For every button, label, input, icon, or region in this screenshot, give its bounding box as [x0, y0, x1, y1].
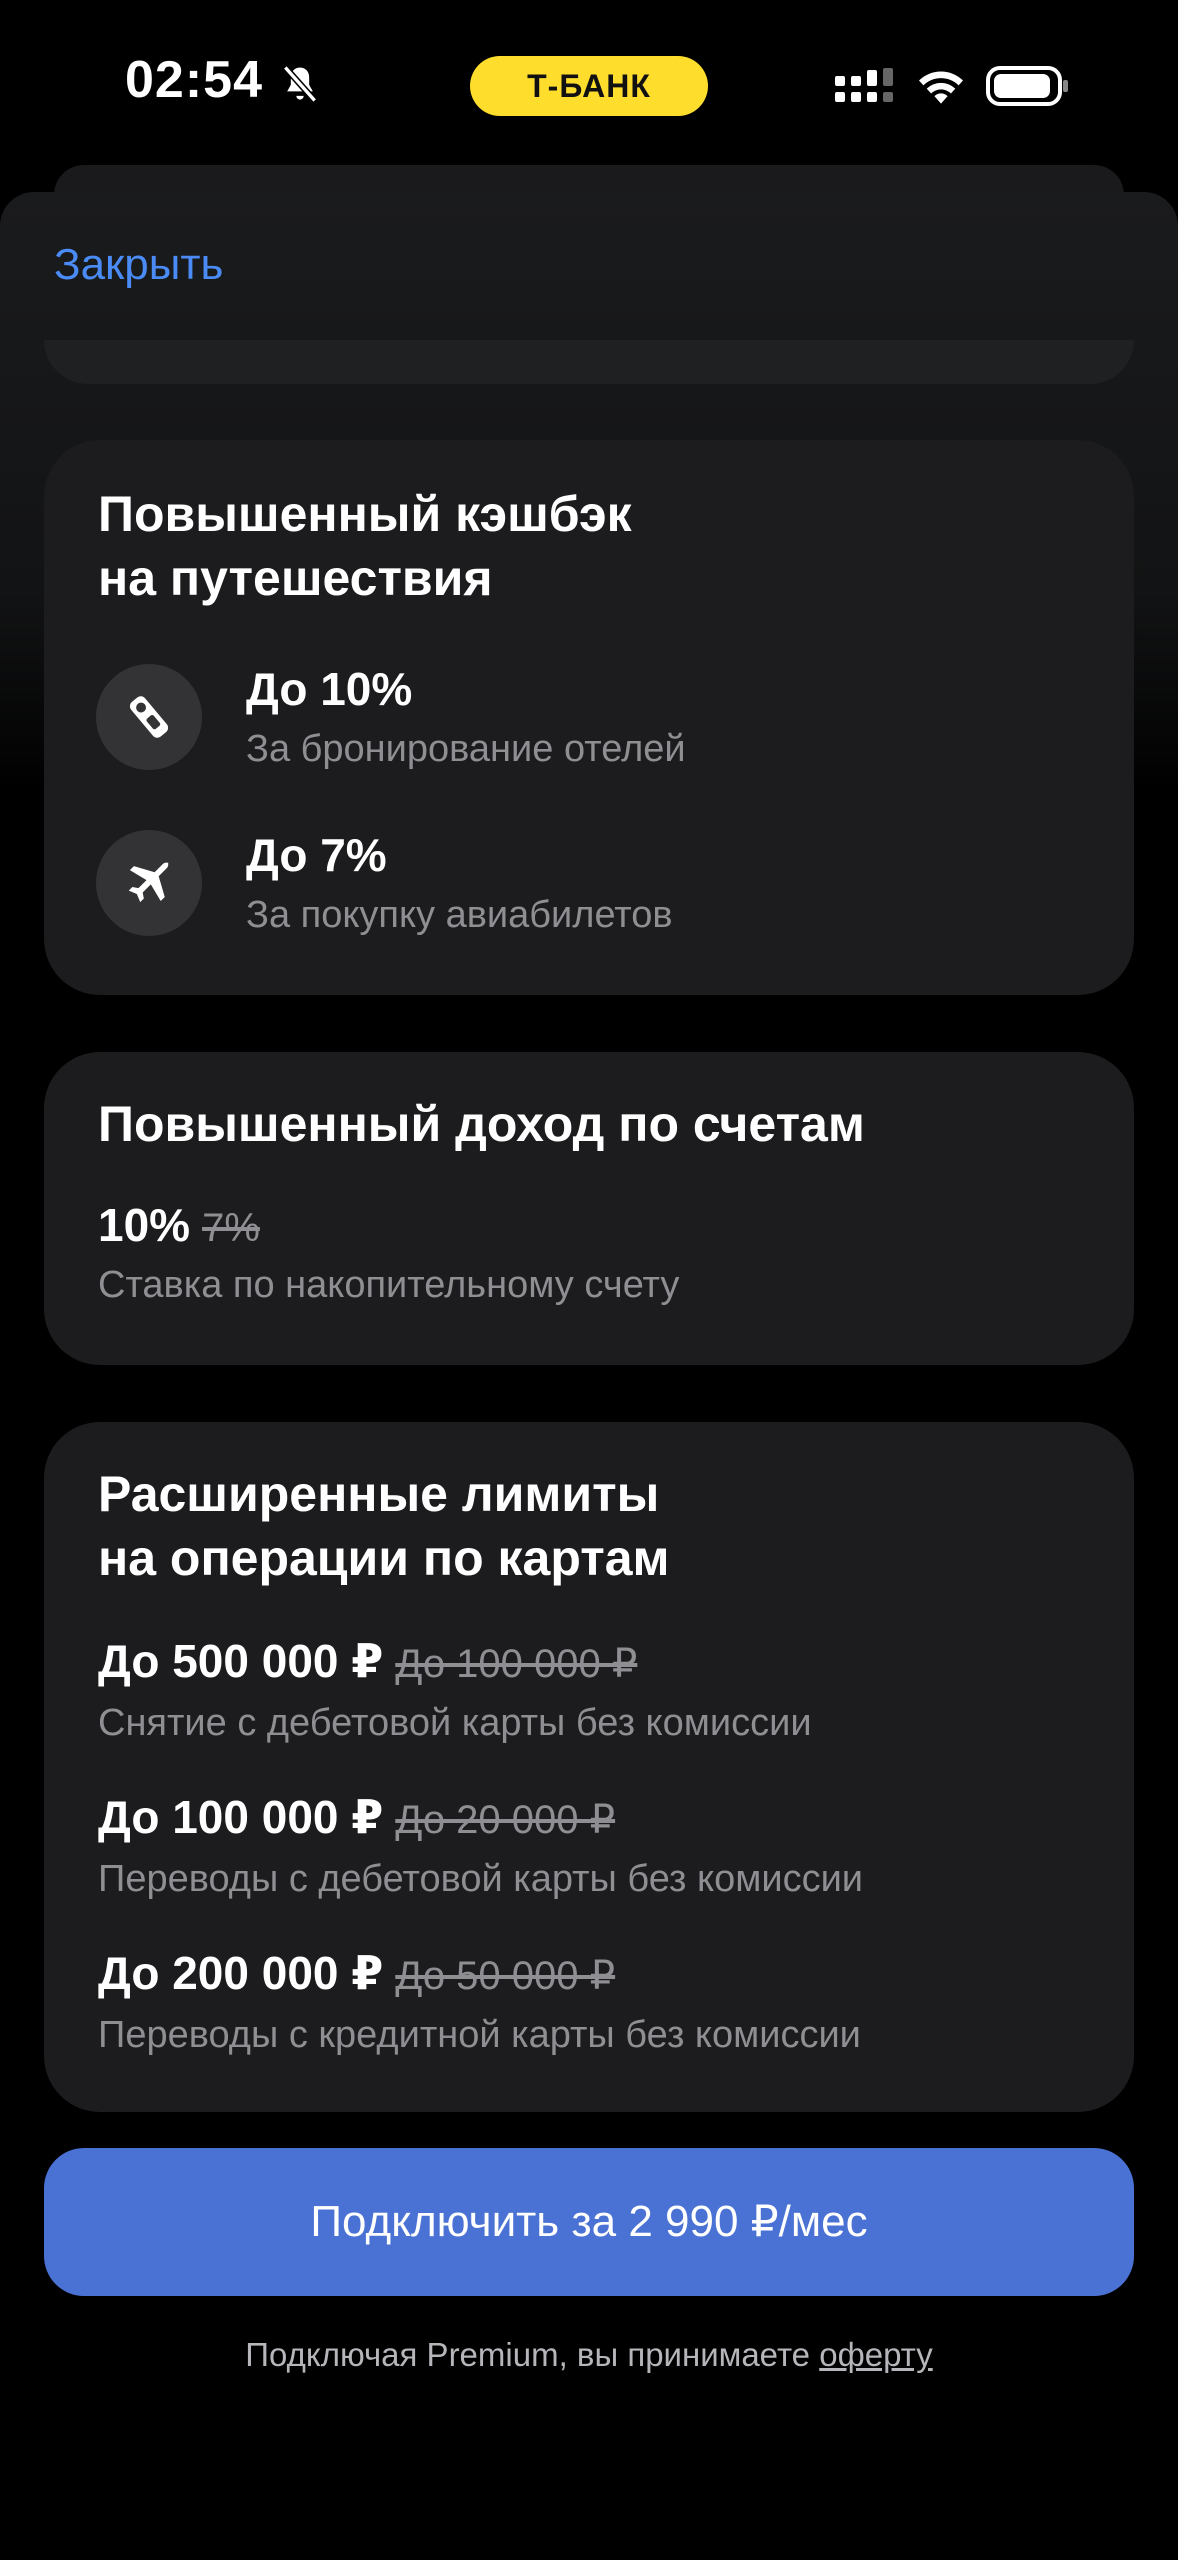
limit-item-value: До 200 000 ₽ До 50 000 ₽	[98, 1947, 616, 1999]
limit-item-old-value: До 100 000 ₽	[395, 1642, 638, 1686]
hotel-cashback-description: За бронирование отелей	[246, 728, 686, 770]
limit-item-description: Переводы с кредитной карты без комиссии	[98, 2014, 861, 2056]
account-income-card: Повышенный доход по счетам 10% 7% Ставка …	[44, 1052, 1134, 1365]
hotel-cashback-value: До 10%	[246, 663, 413, 715]
savings-rate-value: 10% 7%	[98, 1199, 260, 1251]
offer-footer-text: Подключая Premium, вы принимаете	[245, 2336, 811, 2373]
status-time: 02:54	[125, 51, 263, 109]
carrier-pill: Т-БАНК	[470, 56, 708, 116]
airfare-cashback-description: За покупку авиабилетов	[246, 894, 673, 936]
limit-item-value: До 100 000 ₽ До 20 000 ₽	[98, 1791, 616, 1843]
battery-icon	[986, 66, 1068, 106]
card-limits-card: Расширенные лимиты на операции по картам…	[44, 1422, 1134, 2112]
offer-footer: Подключая Premium, вы принимаете оферту	[0, 2336, 1178, 2374]
subscribe-button[interactable]: Подключить за 2 990 ₽/мес	[44, 2148, 1134, 2296]
airplane-icon	[96, 830, 202, 936]
card-title: Повышенный доход по счетам	[98, 1096, 865, 1152]
status-bar: 02:54 Т-БАНК	[0, 0, 1178, 170]
limit-item-value: До 500 000 ₽ До 100 000 ₽	[98, 1635, 638, 1687]
card-title: Повышенный кэшбэк на путешествия	[98, 486, 632, 606]
savings-rate-description: Ставка по накопительному счету	[98, 1264, 680, 1306]
limit-item-old-value: До 20 000 ₽	[395, 1798, 616, 1842]
wifi-icon	[919, 71, 963, 104]
travel-cashback-card: Повышенный кэшбэк на путешествия До 10% …	[44, 440, 1134, 995]
offer-link[interactable]: оферту	[819, 2336, 932, 2373]
previous-card-bottom	[44, 340, 1134, 384]
limit-item-description: Переводы с дебетовой карты без комиссии	[98, 1858, 864, 1900]
signal-icon	[835, 68, 893, 102]
airfare-cashback-value: До 7%	[246, 829, 387, 881]
hotel-tag-icon	[96, 664, 202, 770]
card-title: Расширенные лимиты на операции по картам	[98, 1466, 670, 1586]
limit-item-description: Снятие с дебетовой карты без комиссии	[98, 1702, 812, 1744]
close-button[interactable]: Закрыть	[54, 240, 223, 290]
limit-item-old-value: До 50 000 ₽	[395, 1954, 616, 1998]
bell-slash-icon	[282, 65, 318, 103]
savings-rate-old-value: 7%	[202, 1206, 260, 1250]
